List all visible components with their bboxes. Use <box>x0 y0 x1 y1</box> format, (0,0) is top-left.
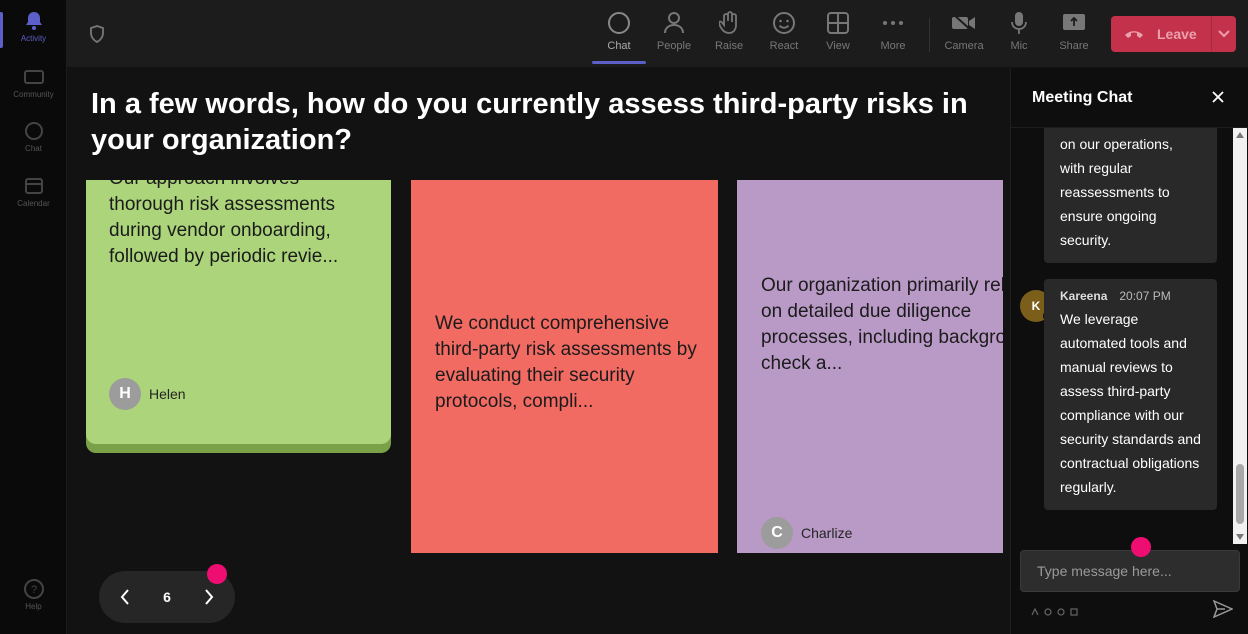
microphone-icon <box>1006 10 1032 36</box>
attach-icon[interactable] <box>1044 603 1052 616</box>
chat-message: on our operations, with regular reassess… <box>1044 128 1217 263</box>
rail-item-calendar[interactable]: Calendar <box>0 175 67 208</box>
chat-messages[interactable]: on our operations, with regular reassess… <box>1011 128 1248 544</box>
share-label: Share <box>1059 40 1089 52</box>
raise-label: Raise <box>714 40 744 52</box>
people-icon <box>661 10 687 36</box>
share-screen-icon <box>1061 10 1087 36</box>
response-card[interactable]: Our organization primarily relies on det… <box>737 180 1003 553</box>
react-button[interactable]: React <box>759 10 809 52</box>
avatar: H <box>109 378 141 410</box>
click-marker <box>1131 537 1151 557</box>
view-button[interactable]: View <box>813 10 863 52</box>
people-button[interactable]: People <box>649 10 699 52</box>
send-icon[interactable] <box>1212 599 1234 620</box>
rail-label: Calendar <box>17 199 50 208</box>
chat-icon <box>23 120 45 142</box>
mic-button[interactable]: Mic <box>994 10 1044 52</box>
card-author: H Helen <box>109 378 186 410</box>
chat-title: Meeting Chat <box>1032 89 1133 106</box>
people-label: People <box>656 40 692 52</box>
meeting-toolbar: Chat People Raise React View More Camera… <box>67 0 1248 68</box>
message-time: 20:07 PM <box>1119 289 1171 303</box>
scroll-down-arrow-icon[interactable] <box>1236 534 1244 540</box>
community-icon <box>23 66 45 88</box>
message-meta: Kareena 20:07 PM <box>1060 285 1201 307</box>
chevron-left-icon <box>120 589 129 605</box>
chevron-down-icon[interactable] <box>1212 30 1236 38</box>
svg-text:?: ? <box>30 584 36 596</box>
help-icon: ? <box>23 578 45 600</box>
smiley-icon <box>771 10 797 36</box>
card-text: We conduct comprehensive third-party ris… <box>435 313 697 412</box>
avatar: C <box>761 517 793 549</box>
author-name: Charlize <box>801 525 853 541</box>
message-author: Kareena <box>1060 289 1108 303</box>
card-text: Our approach involves thorough risk asse… <box>109 180 339 267</box>
leave-button[interactable]: Leave <box>1111 16 1236 52</box>
question-title: In a few words, how do you currently ass… <box>91 88 968 156</box>
rail-item-community[interactable]: Community <box>0 66 67 99</box>
more-button[interactable]: More <box>868 10 918 52</box>
card-author: C Charlize <box>761 517 852 549</box>
leave-label: Leave <box>1157 26 1197 42</box>
camera-label: Camera <box>944 40 984 52</box>
grid-view-icon <box>825 10 851 36</box>
previous-button[interactable] <box>99 571 151 623</box>
chat-button[interactable]: Chat <box>592 10 646 64</box>
author-name: Helen <box>149 386 186 402</box>
camera-button[interactable]: Camera <box>939 10 989 52</box>
close-icon[interactable] <box>1209 88 1227 106</box>
chevron-right-icon <box>205 589 214 605</box>
message-text: on our operations, with regular reassess… <box>1060 136 1173 248</box>
app-rail: Activity Community Chat Calendar ? Help <box>0 0 67 634</box>
chat-icon <box>606 10 632 36</box>
message-input[interactable] <box>1020 550 1240 592</box>
hand-icon <box>716 10 742 36</box>
more-dots-icon <box>880 10 906 36</box>
card-text: Our organization primarily relies on det… <box>761 275 1003 374</box>
message-text: We leverage automated tools and manual r… <box>1060 311 1201 495</box>
meeting-chat-panel: Meeting Chat on our operations, with reg… <box>1010 68 1248 634</box>
view-label: View <box>826 40 850 52</box>
raise-hand-button[interactable]: Raise <box>704 10 754 52</box>
scroll-up-arrow-icon[interactable] <box>1236 132 1244 138</box>
bell-icon <box>23 10 45 32</box>
rail-item-activity[interactable]: Activity <box>0 10 67 48</box>
rail-label: Community <box>13 90 54 99</box>
page-number: 6 <box>163 589 171 605</box>
chat-scrollbar[interactable] <box>1233 128 1247 544</box>
more-label: More <box>880 40 906 52</box>
compose-options <box>1031 603 1078 616</box>
scrollbar-thumb[interactable] <box>1236 464 1244 524</box>
gif-icon[interactable] <box>1070 603 1078 616</box>
click-marker <box>207 564 227 584</box>
emoji-icon[interactable] <box>1057 603 1065 616</box>
chat-message: Kareena 20:07 PM We leverage automated to… <box>1044 279 1217 510</box>
rail-item-help[interactable]: ? Help <box>0 578 67 611</box>
rail-label: Help <box>25 602 42 611</box>
mic-label: Mic <box>1010 40 1028 52</box>
format-icon[interactable] <box>1031 603 1039 616</box>
chat-header: Meeting Chat <box>1011 68 1248 128</box>
rail-label: Chat <box>25 144 42 153</box>
share-button[interactable]: Share <box>1049 10 1099 52</box>
calendar-icon <box>23 175 45 197</box>
shield-icon[interactable] <box>87 24 107 44</box>
toolbar-divider <box>929 18 930 52</box>
phone-hangup-icon <box>1111 29 1157 39</box>
camera-off-icon <box>951 10 977 36</box>
presentation-stage: In a few words, how do you currently ass… <box>67 68 1010 634</box>
rail-label: Activity <box>20 34 47 43</box>
rail-item-chat[interactable]: Chat <box>0 120 67 153</box>
response-card[interactable]: Our approach involves thorough risk asse… <box>86 180 391 444</box>
response-card[interactable]: We conduct comprehensive third-party ris… <box>411 180 718 553</box>
chat-label: Chat <box>607 40 631 52</box>
react-label: React <box>769 40 799 52</box>
